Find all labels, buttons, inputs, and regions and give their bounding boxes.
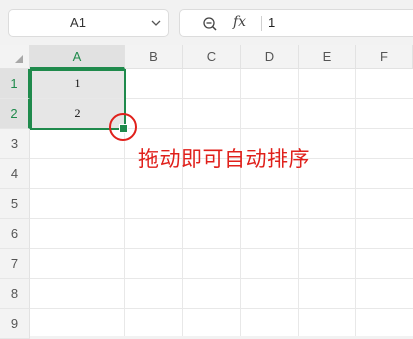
fx-icon[interactable]: fx [233,14,246,30]
formula-bar-divider [261,16,262,31]
column-header-a[interactable]: A [30,45,125,69]
formula-bar[interactable]: fx 1 [179,9,413,37]
row-header-9[interactable]: 9 [0,309,30,339]
column-header-d[interactable]: D [241,45,299,69]
chevron-down-icon[interactable] [150,17,162,29]
annotation-circle [109,113,137,141]
gridline [30,218,413,219]
name-box[interactable]: A1 [8,9,169,37]
formula-input[interactable]: 1 [268,10,275,36]
row-header-8[interactable]: 8 [0,279,30,309]
column-header-b[interactable]: B [125,45,183,69]
annotation-text: 拖动即可自动排序 [138,147,310,171]
gridline [30,308,413,309]
row-header-7[interactable]: 7 [0,249,30,279]
gridline [182,69,183,336]
row-header-4[interactable]: 4 [0,159,30,189]
select-all-icon [15,55,23,63]
name-box-value: A1 [70,15,86,30]
spreadsheet-grid[interactable]: A B C D E F 1 2 3 4 5 6 7 8 9 1 2 拖动即可自动… [0,45,413,339]
column-header-e[interactable]: E [299,45,356,69]
zoom-icon[interactable] [202,16,218,32]
row-header-6[interactable]: 6 [0,219,30,249]
column-header-c[interactable]: C [183,45,241,69]
gridline [355,69,356,336]
row-header-1[interactable]: 1 [0,69,30,99]
gridline [30,188,413,189]
gridline [30,278,413,279]
gridline [30,248,413,249]
gridline [298,69,299,336]
select-all-corner[interactable] [0,45,30,69]
column-header-f[interactable]: F [356,45,413,69]
row-header-3[interactable]: 3 [0,129,30,159]
gridline [240,69,241,336]
row-header-2[interactable]: 2 [0,99,30,129]
row-header-5[interactable]: 5 [0,189,30,219]
